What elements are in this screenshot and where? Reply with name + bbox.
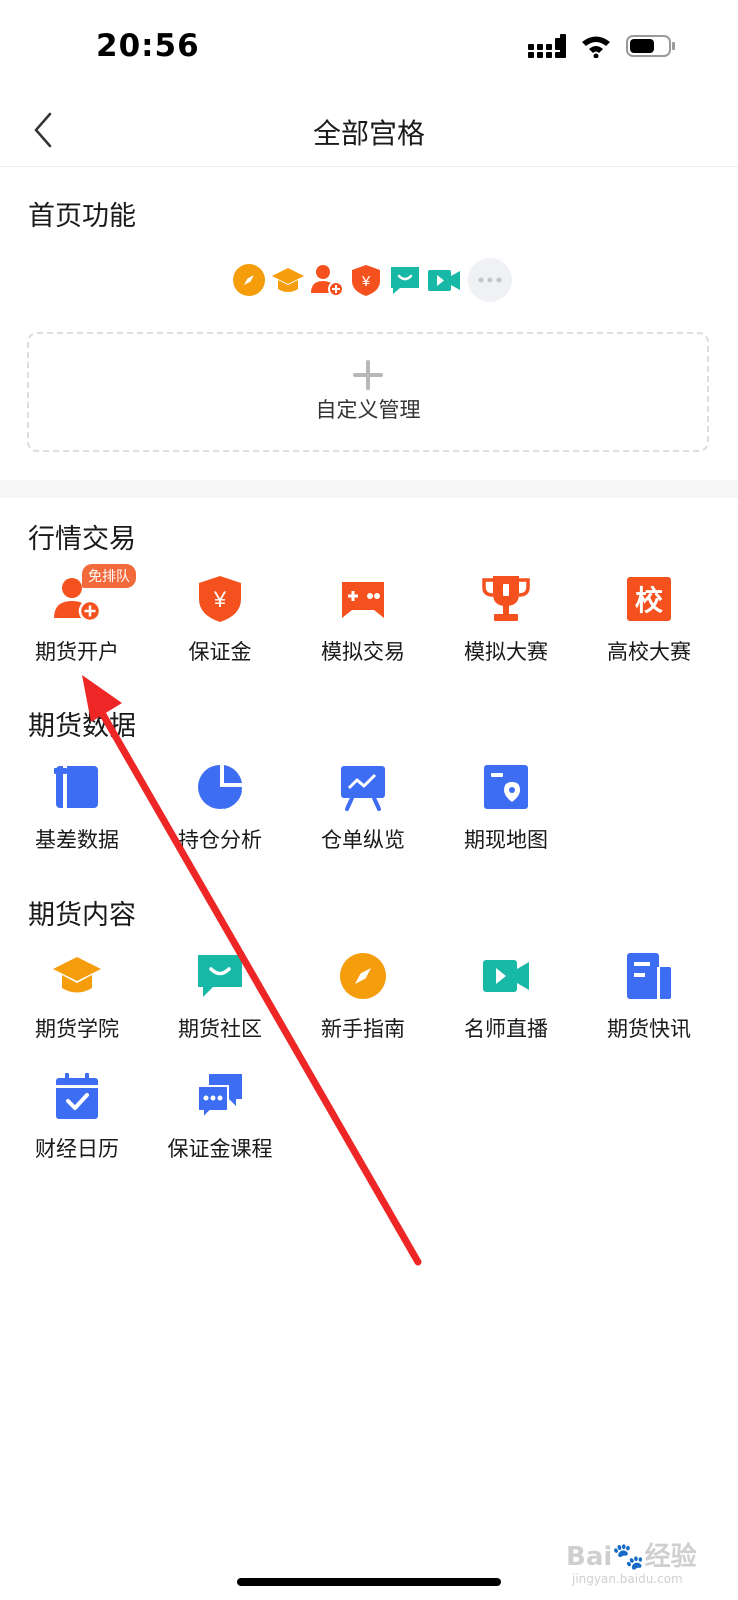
- grid-label: 财经日历: [35, 1137, 119, 1161]
- badge-no-queue: 免排队: [82, 564, 136, 588]
- more-icon: [468, 258, 512, 302]
- grid-item-position-analysis[interactable]: 持仓分析: [147, 762, 293, 872]
- school-icon: 校: [627, 577, 671, 621]
- grid-label: 期货社区: [178, 1017, 262, 1041]
- svg-text:¥: ¥: [213, 587, 227, 612]
- grid-item-futures-news[interactable]: 期货快讯: [576, 951, 722, 1061]
- custom-management-label: 自定义管理: [315, 398, 421, 422]
- calendar-check-icon: [56, 1073, 98, 1119]
- compass-icon: [232, 263, 266, 297]
- svg-text:¥: ¥: [361, 273, 371, 290]
- graduation-cap-icon: [53, 957, 101, 993]
- grid-label: 高校大赛: [607, 640, 691, 664]
- custom-management-button[interactable]: 自定义管理: [27, 332, 709, 452]
- grid-label: 保证金: [188, 640, 252, 664]
- grid-item-teacher-live[interactable]: 名师直播: [433, 951, 579, 1061]
- baidu-watermark-url: jingyan.baidu.com: [572, 1572, 683, 1586]
- video-icon: [483, 960, 529, 992]
- page-title: 全部宫格: [312, 117, 425, 150]
- grid-label: 仓单纵览: [321, 828, 405, 852]
- chat-bubble-icon: [388, 263, 422, 297]
- grid-label: 期货快讯: [607, 1017, 691, 1041]
- grid-item-spot-map[interactable]: 期现地图: [433, 762, 579, 872]
- presentation-chart-icon: [341, 766, 385, 811]
- add-user-icon: [310, 263, 344, 297]
- grid-label: 期货开户: [35, 640, 119, 664]
- grid-label: 模拟交易: [321, 640, 405, 664]
- trading-section-title: 行情交易: [28, 524, 136, 555]
- gamepad-icon: [342, 582, 384, 618]
- grid-item-margin[interactable]: ¥ 保证金: [147, 574, 293, 684]
- baidu-watermark-logo: Bai🐾经验: [566, 1542, 697, 1572]
- home-indicator: [237, 1578, 501, 1586]
- battery-icon: [626, 35, 675, 57]
- cellular-signal-icon: [528, 34, 566, 58]
- grid-item-futures-academy[interactable]: 期货学院: [4, 951, 150, 1061]
- grid-item-university-contest[interactable]: 校 高校大赛: [576, 574, 722, 684]
- video-icon: [427, 263, 461, 297]
- grid-item-finance-calendar[interactable]: 财经日历: [4, 1071, 150, 1181]
- grid-label: 模拟大赛: [464, 640, 548, 664]
- grid-label: 持仓分析: [178, 828, 262, 852]
- grid-item-simulated-contest[interactable]: 模拟大赛: [433, 574, 579, 684]
- grid-label: 名师直播: [464, 1017, 548, 1041]
- chat-dialog-icon: [197, 1074, 242, 1121]
- grid-item-simulated-trading[interactable]: 模拟交易: [290, 574, 436, 684]
- data-section-title: 期货数据: [28, 711, 136, 742]
- home-icon-strip[interactable]: ¥: [232, 258, 512, 302]
- status-time: 20:56: [96, 28, 200, 64]
- home-section-title: 首页功能: [28, 201, 136, 232]
- graduation-cap-icon: [271, 263, 305, 297]
- chat-bubble-icon: [198, 955, 242, 997]
- grid-label: 基差数据: [35, 828, 119, 852]
- grid-item-margin-course[interactable]: 保证金课程: [147, 1071, 293, 1181]
- grid-item-warehouse-overview[interactable]: 仓单纵览: [290, 762, 436, 872]
- grid-label: 期货学院: [35, 1017, 119, 1041]
- shield-yen-icon: ¥: [349, 263, 383, 297]
- grid-item-futures-account[interactable]: 免排队 期货开户: [4, 564, 150, 684]
- shield-yen-icon: ¥: [199, 576, 241, 622]
- trophy-icon: [482, 576, 530, 621]
- compass-icon: [340, 953, 386, 999]
- basis-data-icon: [54, 766, 98, 808]
- grid-item-basis-data[interactable]: 基差数据: [4, 762, 150, 872]
- news-icon: [627, 953, 671, 999]
- status-icons: [528, 34, 676, 58]
- nav-bar: 全部宫格: [0, 100, 738, 167]
- section-divider: [0, 480, 738, 498]
- plus-icon: [353, 360, 383, 390]
- grid-label: 保证金课程: [167, 1137, 273, 1161]
- wifi-icon: [582, 36, 610, 58]
- svg-text:校: 校: [635, 584, 664, 617]
- status-bar: 20:56: [0, 0, 738, 100]
- grid-label: 新手指南: [321, 1017, 405, 1041]
- pie-chart-icon: [198, 765, 242, 809]
- content-section-title: 期货内容: [28, 900, 136, 931]
- grid-item-futures-community[interactable]: 期货社区: [147, 951, 293, 1061]
- grid-item-beginner-guide[interactable]: 新手指南: [290, 951, 436, 1061]
- map-pin-icon: [484, 765, 528, 809]
- grid-label: 期现地图: [464, 828, 548, 852]
